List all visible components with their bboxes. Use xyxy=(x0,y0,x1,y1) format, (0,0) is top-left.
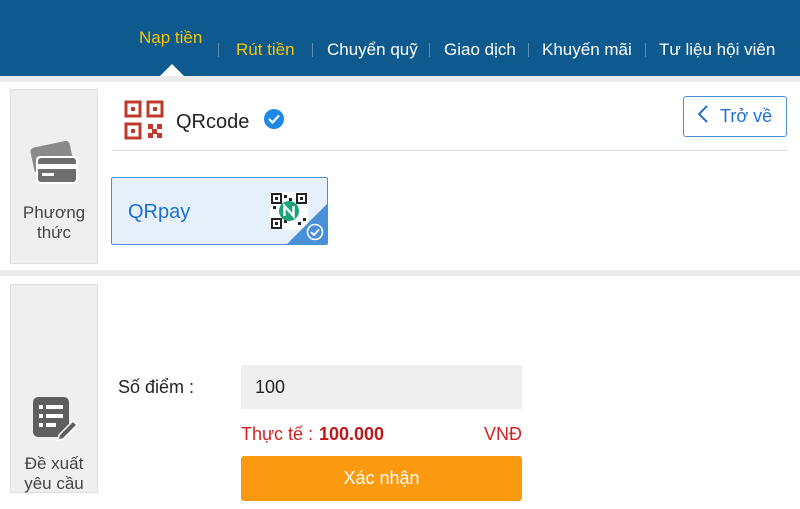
selected-check-icon xyxy=(306,223,324,241)
points-label: Số điểm : xyxy=(118,377,195,397)
nav-item-deposit[interactable]: Nạp tiền xyxy=(139,28,202,50)
card-icon xyxy=(28,140,80,193)
payment-option-label: QRpay xyxy=(128,201,191,223)
actual-amount-label: Thực tế : xyxy=(241,424,314,444)
active-tab-caret xyxy=(160,64,184,76)
nav-item-transfer[interactable]: Chuyển quỹ xyxy=(327,40,418,62)
nav-separator xyxy=(218,43,219,57)
confirm-button[interactable]: Xác nhận xyxy=(241,456,522,501)
back-button[interactable]: Trở về xyxy=(683,96,787,137)
request-side-box: Đề xuất yêu cầu xyxy=(10,284,98,493)
nav-separator xyxy=(528,43,529,57)
chevron-left-icon xyxy=(697,105,708,128)
nav-separator xyxy=(645,43,646,57)
currency-label: VNĐ xyxy=(484,424,523,444)
nav-item-promotions[interactable]: Khuyến mãi xyxy=(542,40,632,62)
method-title: QRcode xyxy=(176,111,250,133)
nav-item-withdraw[interactable]: Rút tiền xyxy=(236,40,295,62)
verified-check-icon xyxy=(264,109,284,129)
method-divider xyxy=(112,150,788,151)
points-input[interactable] xyxy=(241,365,522,409)
payment-option-qrpay[interactable]: QRpay xyxy=(111,177,328,245)
back-button-label: Trở về xyxy=(720,106,773,126)
request-side-label: Đề xuất yêu cầu xyxy=(24,454,84,493)
nav-item-member-info[interactable]: Tư liệu hội viên xyxy=(659,40,775,62)
nav-item-transactions[interactable]: Giao dịch xyxy=(444,40,516,62)
actual-amount-value: 100.000 xyxy=(319,424,385,444)
method-side-label: Phương thức xyxy=(22,203,86,242)
form-edit-icon xyxy=(29,393,79,448)
method-side-box: Phương thức xyxy=(10,89,98,264)
nav-separator xyxy=(429,43,430,57)
top-nav: Nạp tiền Rút tiền Chuyển quỹ Giao dịch K… xyxy=(0,0,800,76)
qrcode-logo-icon xyxy=(124,100,164,140)
nav-separator xyxy=(312,43,313,57)
